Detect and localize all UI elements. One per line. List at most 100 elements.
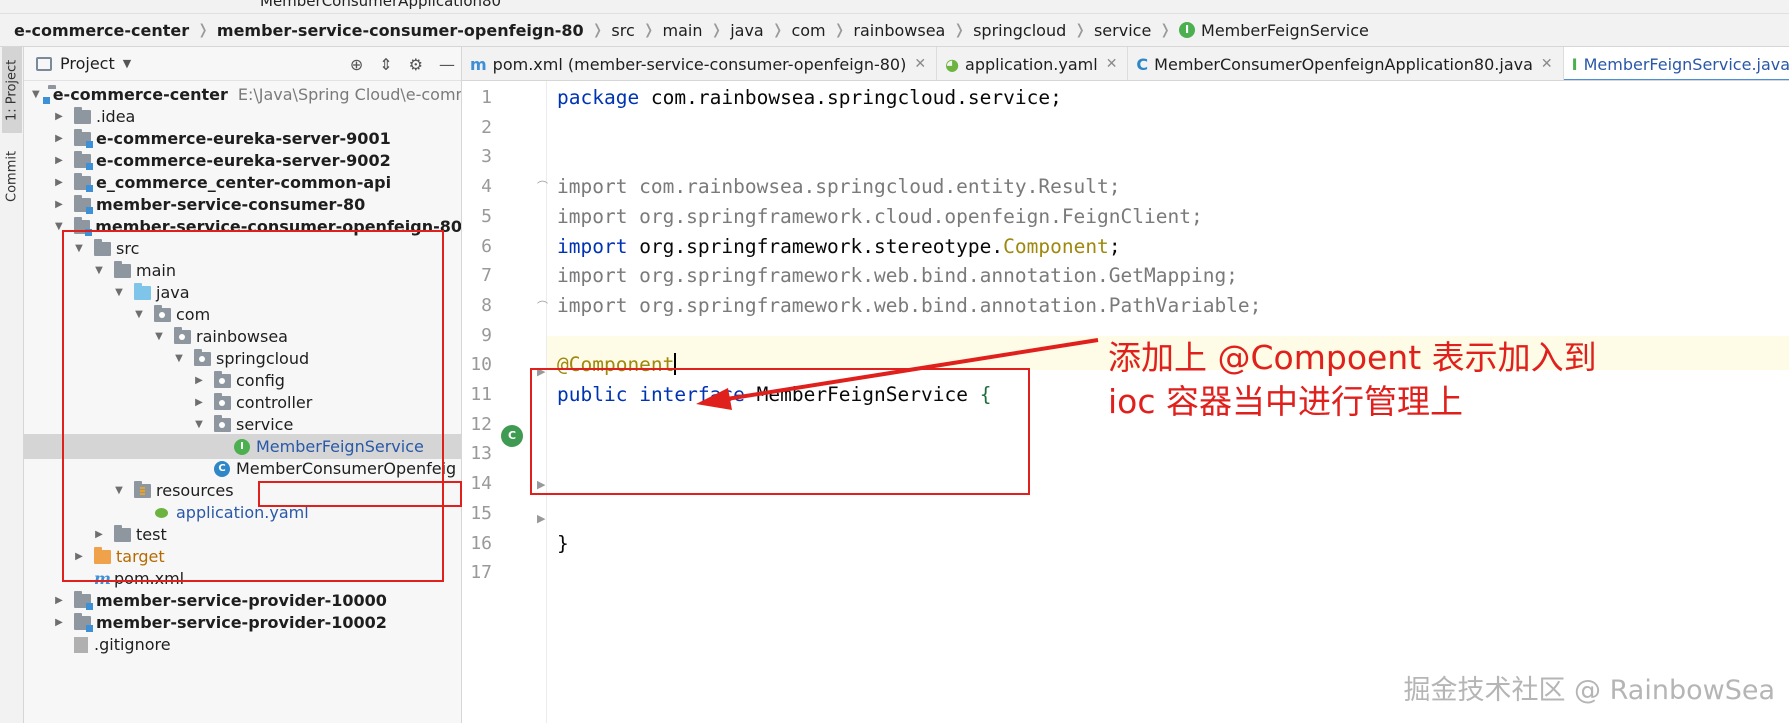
line-number: 11 xyxy=(470,384,492,405)
breadcrumb-label: src xyxy=(611,20,635,40)
module-folder-icon xyxy=(74,128,93,148)
interface-icon: I xyxy=(1571,54,1578,74)
code-token: import org.springframework.cloud.openfei… xyxy=(557,204,1203,228)
editor-tab[interactable]: ◕ application.yaml ✕ xyxy=(937,47,1129,80)
code-line: } xyxy=(557,532,569,555)
close-icon[interactable]: ✕ xyxy=(1106,56,1118,72)
tree-item-label: e-commerce-center xyxy=(52,85,228,104)
project-view-selector[interactable]: Project xyxy=(60,54,115,73)
breadcrumb-item[interactable]: rainbowsea ❭ xyxy=(853,21,973,40)
text-file-icon xyxy=(74,636,88,653)
breadcrumb-label: java xyxy=(730,20,764,40)
line-number: 2 xyxy=(481,116,492,138)
breadcrumb-item[interactable]: springcloud ❭ xyxy=(973,21,1094,40)
implementations-gutter-icon[interactable]: C xyxy=(501,425,523,447)
editor-tab-label: application.yaml xyxy=(965,54,1098,74)
close-icon[interactable]: ✕ xyxy=(914,56,926,72)
line-number: 6 xyxy=(481,235,492,257)
code-token: } xyxy=(557,531,569,555)
chevron-right-icon[interactable]: ▶ xyxy=(52,111,66,122)
annotation-note-line: ioc 容器当中进行管理上 xyxy=(1108,382,1463,421)
collapse-all-icon[interactable]: ⇕ xyxy=(379,55,392,74)
breadcrumb-label: member-service-consumer-openfeign-80 xyxy=(216,20,584,40)
highlight-box-annotation-code xyxy=(530,368,1030,495)
breadcrumb-separator-icon: ❭ xyxy=(591,22,604,38)
tree-item-label: e-commerce-eureka-server-9002 xyxy=(96,151,391,170)
line-number: 3 xyxy=(481,146,492,168)
line-number: 5 xyxy=(481,205,492,227)
watermark: 掘金技术社区 @ RainbowSea xyxy=(1403,668,1775,707)
fold-marker-icon[interactable]: ⌒ xyxy=(537,178,548,194)
project-panel-header: Project ▼ ⊕ ⇕ ⚙ — xyxy=(24,47,461,81)
code-token: import com.rainbowsea.springcloud.entity… xyxy=(557,175,1121,199)
chevron-down-icon[interactable]: ▼ xyxy=(123,57,131,70)
tree-item-label: .gitignore xyxy=(94,635,171,654)
run-config-selector[interactable]: MemberConsumerApplication80 xyxy=(260,0,501,10)
module-folder-icon xyxy=(74,612,93,632)
code-token: Component xyxy=(1003,234,1109,258)
breadcrumb-separator-icon: ❭ xyxy=(197,22,209,38)
line-number: 9 xyxy=(481,324,492,346)
tree-item-label: e-commerce-eureka-server-9001 xyxy=(96,129,391,148)
breadcrumb-item[interactable]: I MemberFeignService xyxy=(1179,21,1369,40)
locate-icon[interactable]: ⊕ xyxy=(350,55,363,74)
code-line: import org.springframework.cloud.openfei… xyxy=(557,205,1203,228)
breadcrumb-separator-icon: ❭ xyxy=(1074,22,1086,38)
breadcrumb-label: rainbowsea xyxy=(853,20,946,40)
yaml-icon: ◕ xyxy=(945,54,960,74)
breadcrumb-label: service xyxy=(1093,20,1152,40)
code-line: import com.rainbowsea.springcloud.entity… xyxy=(557,175,1121,198)
hide-panel-icon[interactable]: — xyxy=(439,55,455,74)
breadcrumb-label: springcloud xyxy=(973,20,1067,40)
breadcrumb-separator-icon: ❭ xyxy=(833,22,846,38)
module-folder-icon xyxy=(74,172,93,192)
annotation-note-line: 添加上 @Compoent 表示加入到 xyxy=(1108,338,1597,377)
fold-marker-icon[interactable]: ⌒ xyxy=(537,298,548,314)
chevron-right-icon[interactable]: ▶ xyxy=(52,177,66,188)
code-token: com.rainbowsea.springcloud.service; xyxy=(639,86,1062,109)
chevron-right-icon[interactable]: ▶ xyxy=(52,595,66,606)
breadcrumb-item[interactable]: e-commerce-center ❭ xyxy=(14,21,217,40)
module-folder-icon xyxy=(74,590,93,610)
chevron-right-icon[interactable]: ▶ xyxy=(52,199,66,210)
code-line: import org.springframework.stereotype.Co… xyxy=(557,235,1121,258)
tree-item-path: E:\Java\Spring Cloud\e-commerc xyxy=(237,85,461,104)
breadcrumb-item[interactable]: src ❭ xyxy=(611,21,662,40)
breadcrumb-item[interactable]: java ❭ xyxy=(730,21,791,40)
breadcrumb-separator-icon: ❭ xyxy=(771,22,784,38)
chevron-down-icon[interactable]: ▼ xyxy=(32,89,40,100)
line-number: 12 xyxy=(470,413,492,435)
chevron-right-icon[interactable]: ▶ xyxy=(52,133,66,144)
breadcrumb-separator-icon: ❭ xyxy=(1159,22,1172,38)
maven-icon: m xyxy=(470,54,487,74)
breadcrumb-item[interactable]: service ❭ xyxy=(1094,21,1179,40)
editor-tabs: m pom.xml (member-service-consumer-openfe… xyxy=(462,47,1789,81)
line-number: 10 xyxy=(470,354,492,376)
editor-tab[interactable]: C MemberConsumerOpenfeignApplication80.ja… xyxy=(1128,47,1564,80)
highlight-box-selected-file xyxy=(258,481,462,507)
gear-icon[interactable]: ⚙ xyxy=(409,55,423,74)
breadcrumb-label: e-commerce-center xyxy=(14,20,190,40)
line-number: 8 xyxy=(481,294,492,316)
breadcrumb-item[interactable]: com ❭ xyxy=(791,21,853,40)
breadcrumb-separator-icon: ❭ xyxy=(710,22,723,38)
chevron-right-icon[interactable]: ▶ xyxy=(52,617,66,628)
breadcrumb-separator-icon: ❭ xyxy=(642,22,655,38)
editor-tab[interactable]: m pom.xml (member-service-consumer-openfe… xyxy=(462,47,938,80)
watermark-text: 掘金技术社区 @ RainbowSea xyxy=(1403,675,1775,706)
breadcrumb-separator-icon: ❭ xyxy=(953,22,966,38)
tree-item[interactable]: .gitignore xyxy=(24,632,461,657)
fold-arrow-icon[interactable]: ▶ xyxy=(537,512,545,525)
breadcrumb-item[interactable]: main ❭ xyxy=(662,21,730,40)
breadcrumb-item[interactable]: member-service-consumer-openfeign-80 ❭ xyxy=(217,21,612,40)
code-token: org.springframework.stereotype. xyxy=(627,234,1004,258)
code-line: package com.rainbowsea.springcloud.servi… xyxy=(557,86,1062,109)
highlight-box-module-tree xyxy=(62,230,444,582)
chevron-right-icon[interactable]: ▶ xyxy=(52,155,66,166)
project-tool-tab[interactable]: 1: Project xyxy=(2,47,22,133)
close-icon[interactable]: ✕ xyxy=(1541,56,1553,72)
editor-tab-label: MemberConsumerOpenfeignApplication80.jav… xyxy=(1154,54,1533,74)
code-token: import org.springframework.web.bind.anno… xyxy=(557,264,1238,288)
commit-tool-tab[interactable]: Commit xyxy=(2,141,22,211)
editor-tab[interactable]: IMemberFeignService.java✕ xyxy=(1563,47,1789,80)
